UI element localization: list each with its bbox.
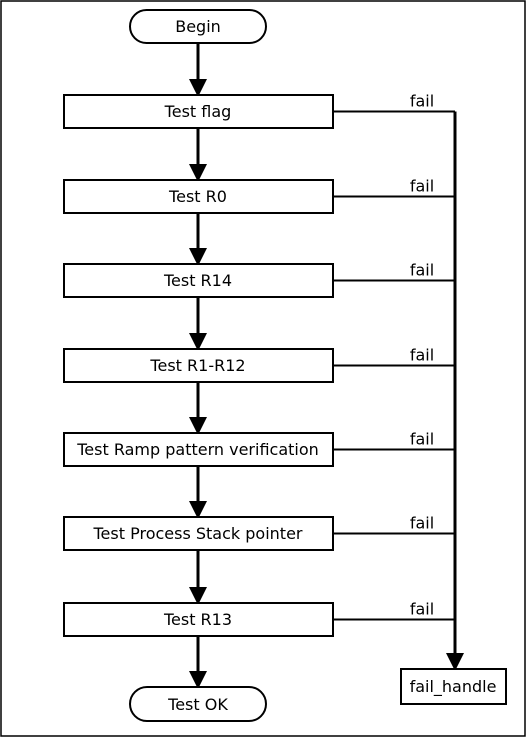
fail-label: fail [410, 261, 434, 280]
fail-label: fail [410, 514, 434, 533]
fail-label: fail [410, 92, 434, 111]
step-label: Test R0 [168, 187, 227, 206]
end-label: Test OK [167, 695, 228, 714]
fail-handle-label: fail_handle [410, 677, 497, 697]
start-label: Begin [175, 17, 221, 36]
flowchart: Test flag fail Test R0 fail Test R14 fail Test… [0, 0, 526, 737]
step-label: Test flag [164, 102, 232, 121]
fail-label: fail [410, 177, 434, 196]
step-label: Test R1-R12 [149, 356, 245, 375]
step-label: Test Ramp pattern verification [76, 440, 319, 459]
fail-label: fail [410, 430, 434, 449]
step-label: Test Process Stack pointer [93, 524, 303, 543]
step-label: Test R13 [163, 610, 232, 629]
fail-label: fail [410, 600, 434, 619]
step-label: Test R14 [163, 271, 232, 290]
fail-label: fail [410, 346, 434, 365]
